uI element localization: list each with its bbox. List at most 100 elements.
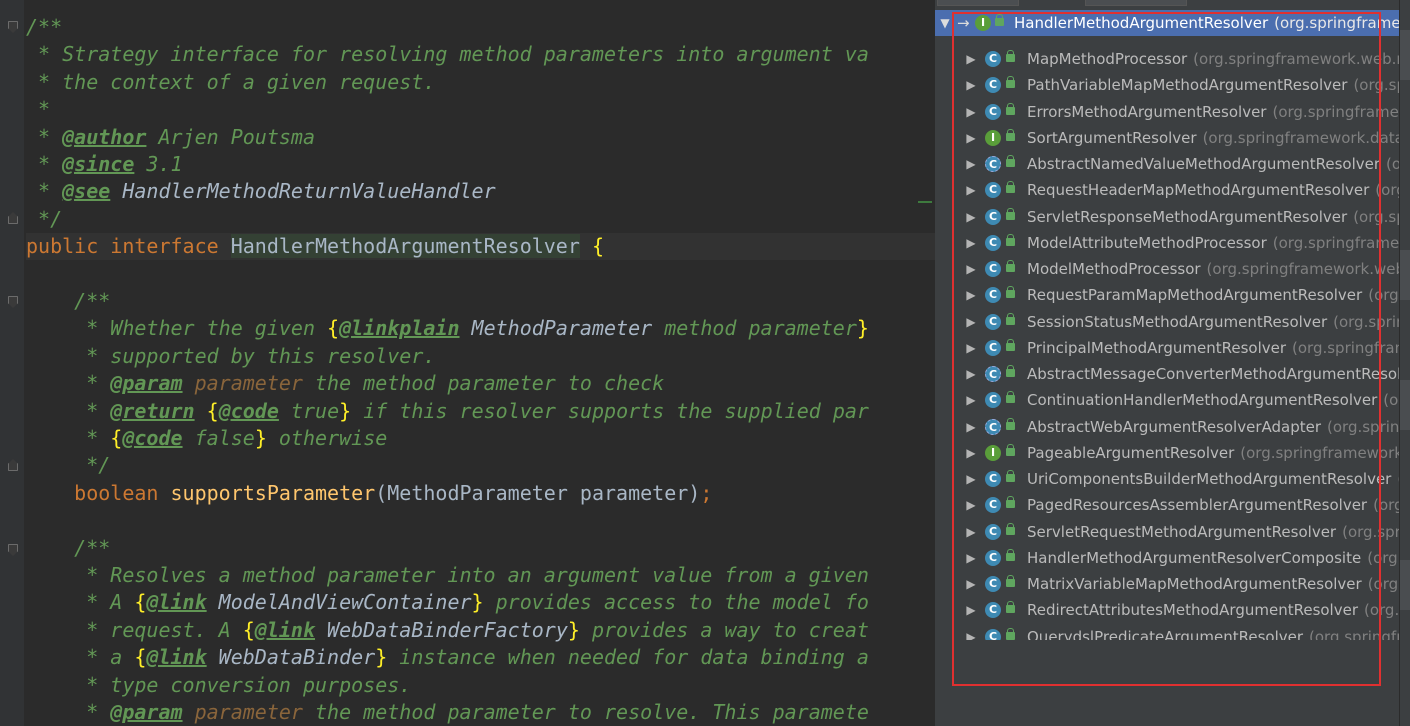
code-line[interactable]: /** (26, 535, 935, 562)
code-line[interactable]: * @param parameter the method parameter … (26, 370, 935, 397)
tree-item[interactable]: ▶ C ModelAttributeMethodProcessor (org.spri… (935, 230, 1400, 256)
tree-item[interactable]: ▶ C RequestHeaderMapMethodArgumentResolver… (935, 177, 1400, 203)
tree-item[interactable]: ▶ C ErrorsMethodArgumentResolver (org.sprin… (935, 99, 1400, 125)
code-line[interactable]: * (26, 96, 935, 123)
code-line[interactable]: * a {@link WebDataBinder} instance when … (26, 644, 935, 671)
code-token: if this resolver supports the supplied p… (351, 398, 869, 423)
code-line[interactable] (26, 261, 935, 288)
code-line[interactable]: * type conversion purposes. (26, 672, 935, 699)
tree-item[interactable]: ▶ C ServletRequestMethodArgumentResolver (o… (935, 519, 1400, 545)
tree-item-name: ModelAttributeMethodProcessor (1027, 233, 1267, 252)
code-line[interactable]: /** (26, 288, 935, 315)
expand-right-icon[interactable]: ▶ (965, 151, 977, 177)
abstract-class-icon: C (985, 418, 1001, 435)
tree-item[interactable]: ▶ C PathVariableMapMethodArgumentResolver (… (935, 72, 1400, 98)
tree-item[interactable]: ▶ C AbstractMessageConverterMethodArgument… (935, 361, 1400, 387)
code-line[interactable]: * A {@link ModelAndViewContainer} provid… (26, 589, 935, 616)
tree-item[interactable]: ▶ C PrincipalMethodArgumentResolver (org.sp… (935, 335, 1400, 361)
tree-item-name: AbstractWebArgumentResolverAdapter (1027, 417, 1322, 436)
expand-right-icon[interactable]: ▶ (965, 282, 977, 308)
tree-item-name: PageableArgumentResolver (1027, 443, 1235, 462)
code-line[interactable]: * Whether the given {@linkplain MethodPa… (26, 315, 935, 342)
expand-right-icon[interactable]: ▶ (965, 492, 977, 518)
panel-tab[interactable] (937, 0, 1019, 6)
code-line[interactable]: * supported by this resolver. (26, 343, 935, 370)
expand-right-icon[interactable]: ▶ (965, 230, 977, 256)
expand-right-icon[interactable]: ▶ (965, 361, 977, 387)
tree-item[interactable]: ▶ I SortArgumentResolver (org.springframewo… (935, 125, 1400, 151)
public-access-icon (1006, 443, 1015, 456)
expand-down-icon[interactable]: ▼ (939, 10, 951, 36)
code-line[interactable]: * @since 3.1 (26, 151, 935, 178)
code-line[interactable] (26, 507, 935, 534)
expand-right-icon[interactable]: ▶ (965, 125, 977, 151)
panel-tab[interactable] (1085, 0, 1187, 6)
tree-item[interactable]: ▶ C ContinuationHandlerMethodArgumentResol… (935, 387, 1400, 413)
expand-right-icon[interactable]: ▶ (965, 414, 977, 440)
expand-right-icon[interactable]: ▶ (965, 256, 977, 282)
tree-item[interactable]: ▶ C MapMethodProcessor (org.springframework… (935, 46, 1400, 72)
expand-right-icon[interactable]: ▶ (965, 466, 977, 492)
fold-toggle-icon[interactable] (8, 21, 18, 33)
expand-right-icon[interactable]: ▶ (965, 99, 977, 125)
tree-item[interactable]: ▶ C RedirectAttributesMethodArgumentResolv… (935, 597, 1400, 623)
expand-right-icon[interactable]: ▶ (965, 72, 977, 98)
tree-item[interactable]: ▶ C ServletResponseMethodArgumentResolver (… (935, 204, 1400, 230)
code-line[interactable]: * @param parameter the method parameter … (26, 699, 935, 726)
code-line[interactable]: * the context of a given request. (26, 69, 935, 96)
code-token: } (856, 316, 869, 341)
code-token: * (26, 371, 111, 396)
expand-right-icon[interactable]: ▶ (965, 204, 977, 230)
code-line[interactable]: */ (26, 452, 935, 479)
tree-item[interactable]: ▶ C UriComponentsBuilderMethodArgumentReso… (935, 466, 1400, 492)
code-line[interactable]: * Resolves a method parameter into an ar… (26, 562, 935, 589)
expand-right-icon[interactable]: ▶ (965, 177, 977, 203)
code-line[interactable]: * {@code false} otherwise (26, 425, 935, 452)
tree-item[interactable]: ▶ C HandlerMethodArgumentResolverComposite… (935, 545, 1400, 571)
code-token: ModelAndViewContainer (206, 590, 472, 615)
side-tool-button[interactable] (1400, 560, 1410, 610)
code-line[interactable]: * request. A {@link WebDataBinderFactory… (26, 617, 935, 644)
expand-right-icon[interactable]: ▶ (965, 545, 977, 571)
fold-toggle-icon[interactable] (8, 459, 18, 471)
code-line[interactable]: */ (26, 206, 935, 233)
code-editor[interactable]: /** * Strategy interface for resolving m… (0, 0, 935, 726)
fold-toggle-icon[interactable] (8, 212, 18, 224)
expand-right-icon[interactable]: ▶ (965, 309, 977, 335)
tree-item-package: (org. (1367, 575, 1400, 593)
code-line[interactable]: * @return {@code true} if this resolver … (26, 398, 935, 425)
code-line[interactable]: /** (26, 14, 935, 41)
side-tool-button[interactable] (1400, 250, 1410, 300)
code-token: parameter (182, 700, 303, 724)
fold-toggle-icon[interactable] (8, 544, 18, 556)
expand-right-icon[interactable]: ▶ (965, 440, 977, 466)
expand-right-icon[interactable]: ▶ (965, 387, 977, 413)
code-line[interactable]: * Strategy interface for resolving metho… (26, 41, 935, 68)
editor-gutter (0, 0, 24, 726)
expand-right-icon[interactable]: ▶ (965, 571, 977, 597)
tree-item-name: PrincipalMethodArgumentResolver (1027, 338, 1287, 357)
expand-right-icon[interactable]: ▶ (965, 519, 977, 545)
tree-root-row[interactable]: ▼ → I HandlerMethodArgumentResolver (org.… (935, 10, 1400, 36)
tree-item[interactable]: ▶ I PageableArgumentResolver (org.springfra… (935, 440, 1400, 466)
tree-item[interactable]: ▶ C ModelMethodProcessor (org.springframewo… (935, 256, 1400, 282)
code-line[interactable]: * @author Arjen Poutsma (26, 124, 935, 151)
code-line[interactable]: * @see HandlerMethodReturnValueHandler (26, 178, 935, 205)
tree-item[interactable]: ▶ C SessionStatusMethodArgumentResolver (or… (935, 309, 1400, 335)
hierarchy-tree[interactable]: ▼ → I HandlerMethodArgumentResolver (org.… (935, 10, 1400, 672)
public-access-icon (1006, 76, 1015, 89)
tree-item[interactable]: ▶ C MatrixVariableMapMethodArgumentResolve… (935, 571, 1400, 597)
code-line[interactable]: public interface HandlerMethodArgumentRe… (26, 233, 935, 261)
side-tool-button[interactable] (1400, 380, 1410, 430)
tree-item[interactable]: ▶ C AbstractNamedValueMethodArgumentResolv… (935, 151, 1400, 177)
tree-item[interactable]: ▶ C AbstractWebArgumentResolverAdapter (org… (935, 414, 1400, 440)
tree-item[interactable]: ▶ C RequestParamMapMethodArgumentResolver (… (935, 282, 1400, 308)
fold-toggle-icon[interactable] (8, 296, 18, 308)
expand-right-icon[interactable]: ▶ (965, 335, 977, 361)
side-tool-button[interactable] (1400, 30, 1410, 80)
tree-item[interactable]: ▶ C PagedResourcesAssemblerArgumentResolve… (935, 492, 1400, 518)
expand-right-icon[interactable]: ▶ (965, 46, 977, 72)
expand-right-icon[interactable]: ▶ (965, 597, 977, 623)
code-line[interactable]: boolean supportsParameter(MethodParamete… (26, 480, 935, 507)
code-token: public interface (26, 234, 231, 259)
